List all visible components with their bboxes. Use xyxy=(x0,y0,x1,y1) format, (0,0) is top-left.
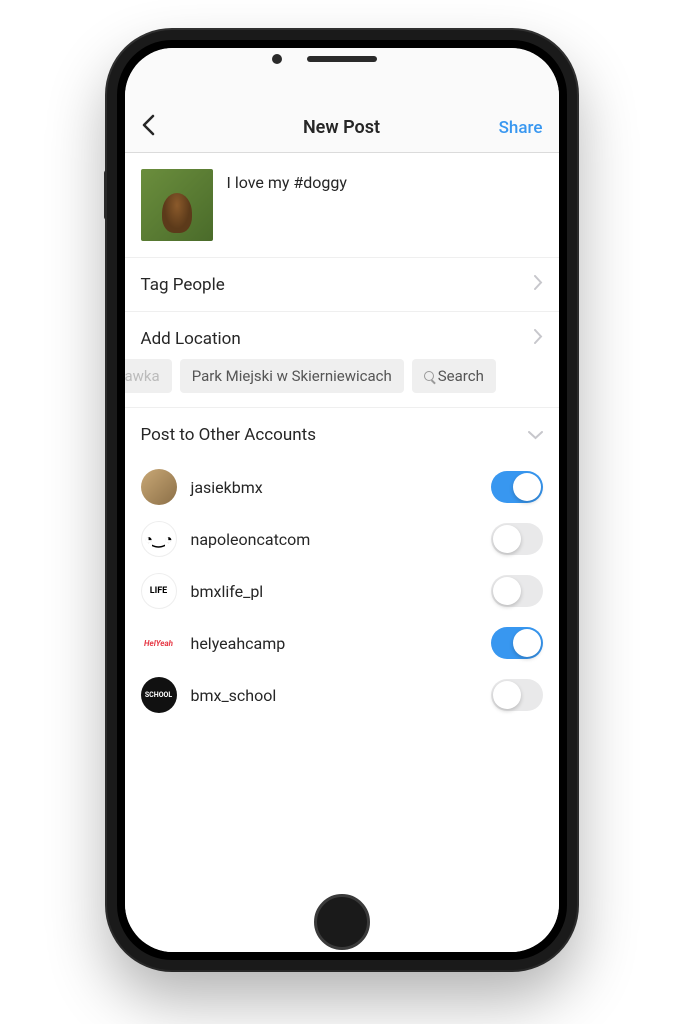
back-button[interactable] xyxy=(141,114,155,141)
post-thumbnail[interactable] xyxy=(141,169,213,241)
account-name: jasiekbmx xyxy=(191,478,477,497)
page-title: New Post xyxy=(141,117,543,138)
location-chip[interactable]: Park Miejski w Skierniewicach xyxy=(180,359,404,393)
account-name: bmx_school xyxy=(191,686,477,705)
location-suggestions: awka Park Miejski w Skierniewicach Searc… xyxy=(125,359,559,407)
post-other-accounts-label: Post to Other Accounts xyxy=(141,425,316,445)
search-chip-label: Search xyxy=(438,367,484,385)
avatar[interactable]: LIFE xyxy=(141,573,177,609)
chevron-right-icon xyxy=(534,274,543,295)
account-toggle[interactable] xyxy=(491,523,543,555)
account-toggle[interactable] xyxy=(491,575,543,607)
account-name: napoleoncatcom xyxy=(191,530,477,549)
location-search-chip[interactable]: Search xyxy=(412,359,496,393)
avatar[interactable]: SCHOOL xyxy=(141,677,177,713)
nav-bar: New Post Share xyxy=(125,103,559,153)
account-row: SCHOOL bmx_school xyxy=(125,669,559,721)
content-area: I love my #doggy Tag People Add Location… xyxy=(125,153,559,952)
account-row: jasiekbmx xyxy=(125,461,559,513)
avatar[interactable]: HelYeah xyxy=(141,625,177,661)
caption-row: I love my #doggy xyxy=(125,153,559,257)
account-row: napoleoncatcom xyxy=(125,513,559,565)
chevron-down-icon xyxy=(528,424,543,445)
account-name: helyeahcamp xyxy=(191,634,477,653)
caption-input[interactable]: I love my #doggy xyxy=(227,169,347,192)
account-name: bmxlife_pl xyxy=(191,582,477,601)
account-toggle[interactable] xyxy=(491,627,543,659)
search-icon xyxy=(424,371,434,381)
post-other-accounts-header[interactable]: Post to Other Accounts xyxy=(125,407,559,461)
account-row: HelYeah helyeahcamp xyxy=(125,617,559,669)
phone-camera xyxy=(272,54,282,64)
avatar[interactable] xyxy=(141,469,177,505)
add-location-label: Add Location xyxy=(141,329,241,349)
location-chip-partial[interactable]: awka xyxy=(125,359,172,393)
account-toggle[interactable] xyxy=(491,471,543,503)
home-button[interactable] xyxy=(314,894,370,950)
screen: New Post Share I love my #doggy Tag Peop… xyxy=(125,48,559,952)
chevron-left-icon xyxy=(141,114,155,136)
account-toggle[interactable] xyxy=(491,679,543,711)
phone-speaker xyxy=(307,56,377,62)
tag-people-row[interactable]: Tag People xyxy=(125,257,559,311)
avatar[interactable] xyxy=(141,521,177,557)
share-button[interactable]: Share xyxy=(499,118,543,138)
chevron-right-icon xyxy=(534,328,543,349)
account-row: LIFE bmxlife_pl xyxy=(125,565,559,617)
accounts-list: jasiekbmx napoleoncatcom LIFE bmxlife_pl Hel… xyxy=(125,461,559,721)
phone-frame: New Post Share I love my #doggy Tag Peop… xyxy=(107,30,577,970)
tag-people-label: Tag People xyxy=(141,275,225,295)
add-location-row[interactable]: Add Location xyxy=(125,311,559,359)
